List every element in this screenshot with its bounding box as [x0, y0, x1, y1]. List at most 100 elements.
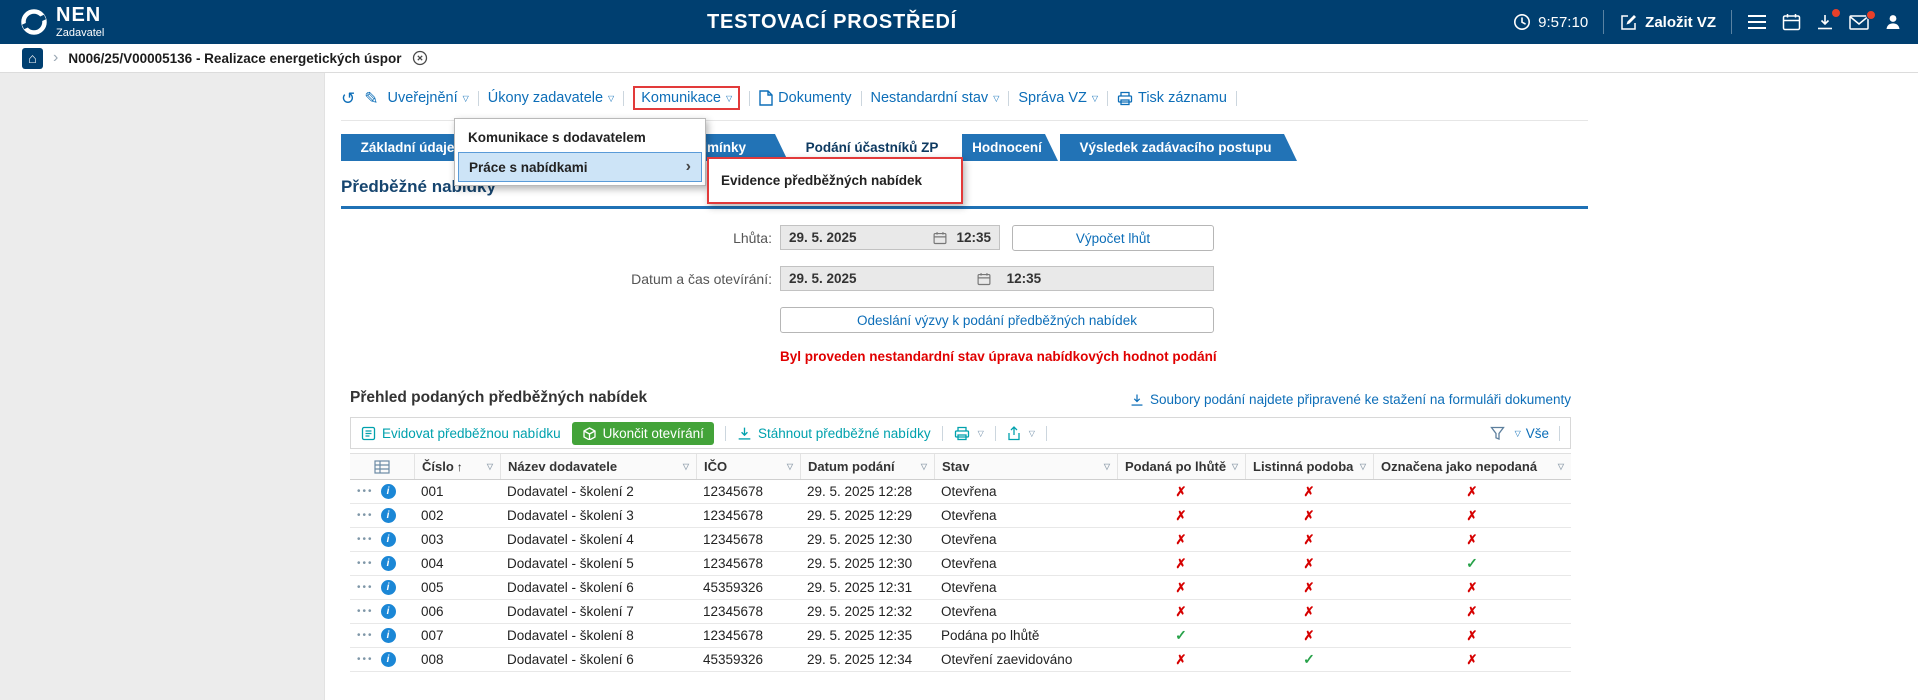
column-label: IČO [704, 459, 727, 474]
user-profile-button[interactable] [1884, 13, 1902, 31]
refresh-icon[interactable]: ↺ [341, 90, 355, 107]
table-row[interactable]: •••i003Dodavatel - školení 41234567829. … [350, 528, 1571, 552]
filter-caret-icon[interactable]: ▽ [1555, 462, 1564, 471]
column-header-podana-po-lhute[interactable]: Podaná po lhůtě ▽ [1117, 454, 1245, 479]
row-info-icon[interactable]: i [381, 532, 396, 547]
row-menu-icon[interactable]: ••• [357, 582, 374, 593]
download-offers-label: Stáhnout předběžné nabídky [758, 426, 931, 441]
main-area: ↺ ✎ Uveřejnění ▽ Úkony zadavatele ▽ Komu… [0, 73, 1918, 700]
print-button[interactable]: ▽ [954, 426, 984, 441]
filter-funnel-icon[interactable] [1490, 426, 1505, 440]
row-info-icon[interactable]: i [381, 628, 396, 643]
close-record-icon[interactable] [412, 50, 428, 66]
cell-late-mark: ✓ [1117, 627, 1245, 644]
table-row[interactable]: •••i002Dodavatel - školení 31234567829. … [350, 504, 1571, 528]
menu-item-prace-s-nabidkami[interactable]: Práce s nabídkami › [458, 152, 702, 182]
filter-caret-icon[interactable]: ▽ [1229, 462, 1238, 471]
breadcrumb: ⌂ › N006/25/V00005136 - Realizace energe… [0, 44, 1918, 73]
row-menu-icon[interactable]: ••• [357, 486, 374, 497]
menu-item-komunikace-s-dodavatelem[interactable]: Komunikace s dodavatelem [458, 122, 702, 152]
table-row[interactable]: •••i006Dodavatel - školení 71234567829. … [350, 600, 1571, 624]
cell-not-submitted-mark: ✓ [1373, 555, 1571, 572]
downloads-button[interactable] [1816, 13, 1834, 31]
cell-not-submitted-mark: ✗ [1373, 580, 1571, 596]
row-menu-icon[interactable]: ••• [357, 534, 374, 545]
row-menu-icon[interactable]: ••• [357, 558, 374, 569]
filter-caret-icon[interactable]: ▽ [484, 462, 493, 471]
prace-s-nabidkami-submenu: Evidence předběžných nabídek [707, 157, 963, 204]
cell-ico: 12345678 [696, 604, 800, 619]
download-offers-button[interactable]: Stáhnout předběžné nabídky [737, 426, 931, 441]
breadcrumb-record-label[interactable]: N006/25/V00005136 - Realizace energetick… [68, 51, 401, 66]
filter-caret-icon[interactable]: ▽ [918, 462, 927, 471]
send-request-button[interactable]: Odeslání výzvy k podání předběžných nabí… [780, 307, 1214, 333]
filter-caret-icon[interactable]: ▽ [784, 462, 793, 471]
edit-icon[interactable]: ✎ [364, 90, 378, 107]
calendar-icon[interactable] [977, 272, 991, 286]
toolbar-item-label: Správa VZ [1018, 90, 1087, 106]
filter-caret-icon[interactable]: ▽ [680, 462, 689, 471]
row-menu-icon[interactable]: ••• [357, 510, 374, 521]
row-menu-icon[interactable]: ••• [357, 654, 374, 665]
cell-supplier: Dodavatel - školení 7 [500, 604, 696, 619]
filter-caret-icon[interactable]: ▽ [1101, 462, 1110, 471]
row-info-icon[interactable]: i [381, 580, 396, 595]
row-info-icon[interactable]: i [381, 652, 396, 667]
cell-number: 002 [414, 508, 500, 523]
row-menu-icon[interactable]: ••• [357, 606, 374, 617]
toolbar-ukony-zadavatele[interactable]: Úkony zadavatele ▽ [488, 90, 614, 106]
table-body: •••i001Dodavatel - školení 21234567829. … [350, 480, 1571, 672]
row-menu-icon[interactable]: ••• [357, 630, 374, 641]
opening-date-value: 29. 5. 2025 [789, 271, 857, 286]
toolbar-item-label: Nestandardní stav [871, 90, 989, 106]
column-header-ico[interactable]: IČO ▽ [696, 454, 800, 479]
toolbar-komunikace[interactable]: Komunikace ▽ [633, 86, 740, 110]
opening-input[interactable]: 29. 5. 2025 12:35 [780, 266, 1214, 291]
toolbar-sprava-vz[interactable]: Správa VZ ▽ [1018, 90, 1098, 106]
toolbar-dokumenty[interactable]: Dokumenty [759, 90, 851, 106]
column-label: Číslo [422, 459, 454, 474]
nen-logo[interactable]: NEN Zadavatel [20, 5, 104, 39]
table-row[interactable]: •••i005Dodavatel - školení 64535932629. … [350, 576, 1571, 600]
finish-opening-button[interactable]: Ukončit otevírání [572, 422, 714, 445]
cell-ico: 45359326 [696, 652, 800, 667]
toolbar-tisk-zaznamu[interactable]: Tisk záznamu [1117, 90, 1227, 106]
row-info-icon[interactable]: i [381, 556, 396, 571]
column-header-oznacena-jako-nepodana[interactable]: Označena jako nepodaná ▽ [1373, 454, 1571, 479]
column-header-datum-podani[interactable]: Datum podání ▽ [800, 454, 934, 479]
row-info-icon[interactable]: i [381, 604, 396, 619]
sort-asc-icon: ↑ [457, 460, 463, 474]
table-row[interactable]: •••i004Dodavatel - školení 51234567829. … [350, 552, 1571, 576]
column-header-stav[interactable]: Stav ▽ [934, 454, 1117, 479]
column-header-cislo[interactable]: Číslo ↑ ▽ [414, 454, 500, 479]
filter-caret-icon[interactable]: ▽ [1357, 462, 1366, 471]
divider [861, 91, 862, 106]
filter-all-dropdown[interactable]: ▽ Vše [1515, 426, 1549, 441]
deadline-input[interactable]: 29. 5. 2025 12:35 [780, 225, 1000, 250]
cell-late-mark: ✗ [1117, 532, 1245, 548]
export-button[interactable]: ▽ [1007, 426, 1035, 441]
tab-vysledek-zadavaciho-postupu[interactable]: Výsledek zadávacího postupu [1060, 134, 1297, 161]
calendar-button[interactable] [1782, 13, 1801, 31]
column-header-listinna-podoba[interactable]: Listinná podoba ▽ [1245, 454, 1373, 479]
calendar-icon[interactable] [933, 231, 947, 245]
column-header-nazev-dodavatele[interactable]: Název dodavatele ▽ [500, 454, 696, 479]
create-vz-button[interactable]: Založit VZ [1619, 13, 1716, 32]
calc-deadlines-button[interactable]: Výpočet lhůt [1012, 225, 1214, 251]
toolbar-nestandardni-stav[interactable]: Nestandardní stav ▽ [871, 90, 1000, 106]
table-row[interactable]: •••i008Dodavatel - školení 64535932629. … [350, 648, 1571, 672]
row-info-icon[interactable]: i [381, 484, 396, 499]
menu-button[interactable] [1747, 14, 1767, 30]
menu-item-evidence-predbeznych-nabidek[interactable]: Evidence předběžných nabídek [709, 159, 961, 202]
cell-paper-mark: ✗ [1245, 532, 1373, 548]
row-info-icon[interactable]: i [381, 508, 396, 523]
toolbar-uverejneni[interactable]: Uveřejnění ▽ [388, 90, 469, 106]
table-row[interactable]: •••i007Dodavatel - školení 81234567829. … [350, 624, 1571, 648]
tab-hodnoceni[interactable]: Hodnocení [962, 134, 1058, 161]
register-offer-button[interactable]: Evidovat předběžnou nabídku [361, 426, 561, 441]
chevron-right-icon: › [53, 49, 58, 67]
table-row[interactable]: •••i001Dodavatel - školení 21234567829. … [350, 480, 1571, 504]
messages-button[interactable] [1849, 15, 1869, 30]
home-button[interactable]: ⌂ [22, 48, 43, 69]
submission-files-link[interactable]: Soubory podání najdete připravené ke sta… [1130, 392, 1571, 407]
